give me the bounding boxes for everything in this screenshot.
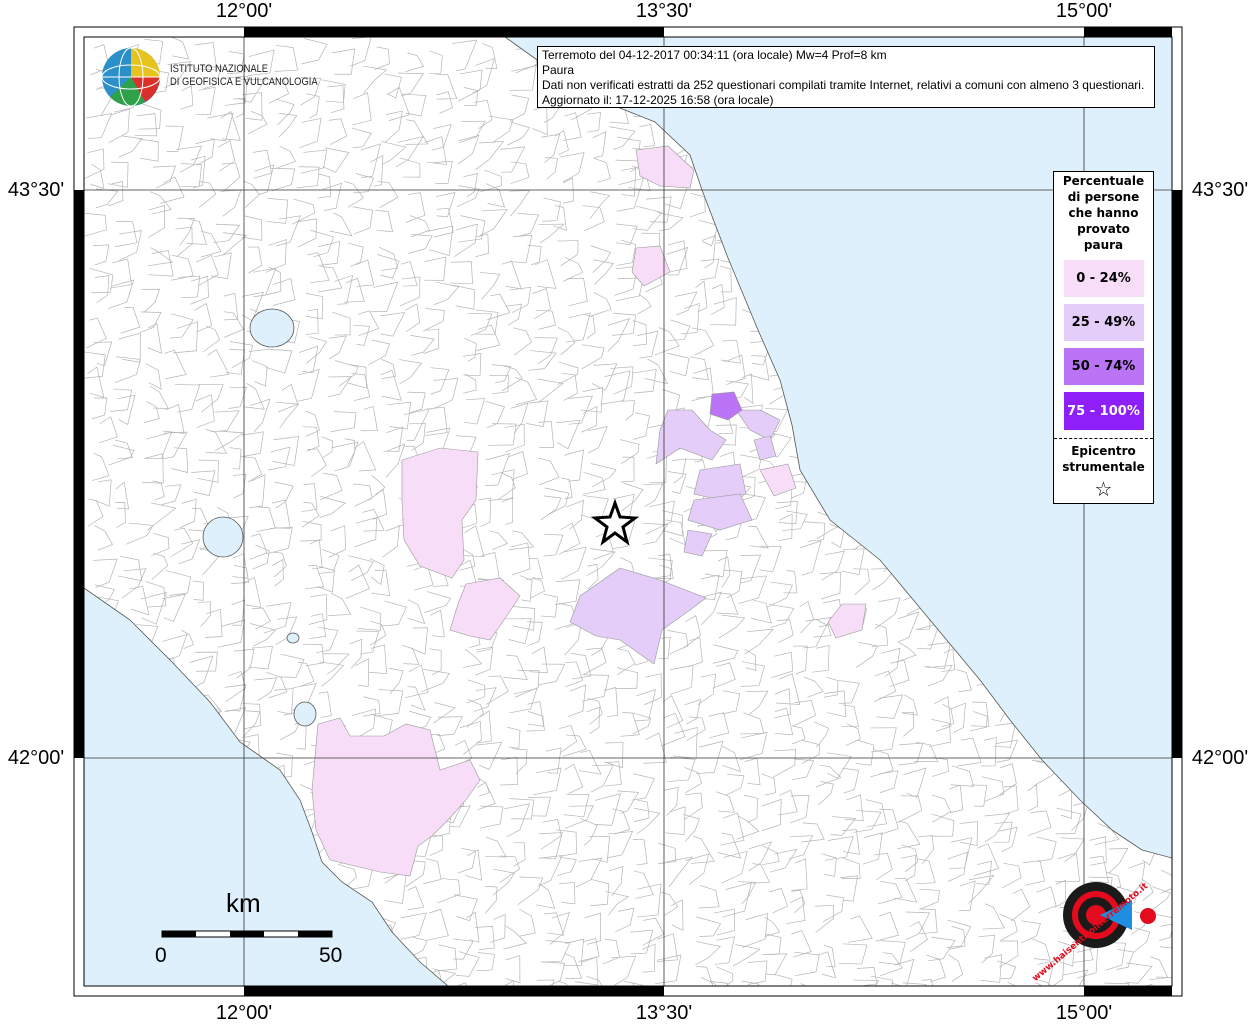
lon-label-bottom-2: 13°30' [635, 1002, 693, 1024]
map[interactable] [0, 0, 1256, 1024]
lon-label-bottom-1: 12°00' [215, 1002, 273, 1024]
scale-unit: km [226, 888, 261, 918]
legend-epicenter-label: Epicentro strumentale [1062, 444, 1145, 474]
legend-title: Percentuale di persone che hanno provato pau… [1062, 174, 1145, 252]
legend: Percentuale di persone che hanno provato pau… [1053, 171, 1154, 504]
lon-label-top-2: 13°30' [635, 0, 693, 22]
lon-label-top-3: 15°00' [1055, 0, 1113, 22]
event-info-box: Terremoto del 04-12-2017 00:34:11 (ora l… [537, 46, 1155, 108]
data-note: Dati non verificati estratti da 252 ques… [542, 78, 1145, 92]
legend-class-75-100: 75 - 100% [1063, 392, 1144, 430]
lat-label-left-2: 42°00' [7, 747, 65, 769]
legend-star-icon: ☆ [1094, 477, 1113, 501]
updated-at: Aggiornato il: 17-12-2025 16:58 (ora loc… [542, 93, 774, 107]
lon-label-bottom-3: 15°00' [1055, 1002, 1113, 1024]
scale-bar [161, 930, 333, 938]
legend-class-50-74: 50 - 74% [1063, 348, 1144, 385]
lat-label-right-2: 42°00' [1191, 747, 1249, 769]
lon-label-top-1: 12°00' [215, 0, 273, 22]
ingv-logo-icon [101, 47, 161, 107]
scale-min: 0 [155, 944, 167, 967]
ingv-logo-text: ISTITUTO NAZIONALE DI GEOFISICA E VULCANO… [170, 63, 318, 88]
scale-max: 50 [319, 944, 343, 967]
legend-class-25-49: 25 - 49% [1063, 304, 1144, 341]
legend-class-0-24: 0 - 24% [1063, 260, 1144, 297]
event-title: Terremoto del 04-12-2017 00:34:11 (ora l… [542, 48, 887, 62]
lat-label-right-1: 43°30' [1191, 179, 1249, 201]
lat-label-left-1: 43°30' [7, 179, 65, 201]
map-type: Paura [542, 63, 575, 77]
